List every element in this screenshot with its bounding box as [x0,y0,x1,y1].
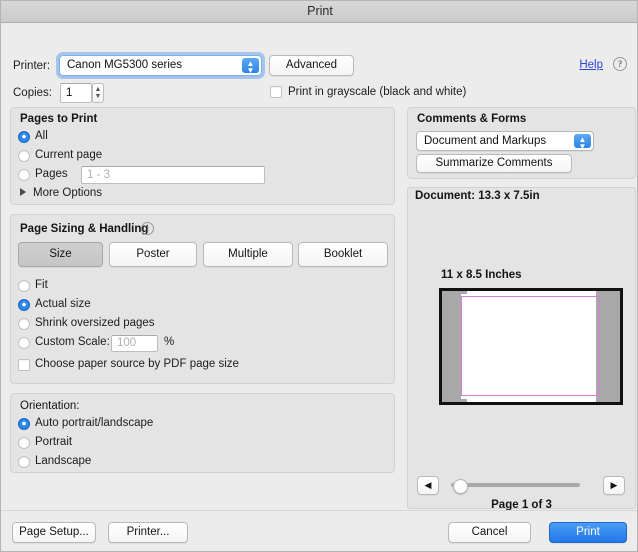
radio-orientation-auto[interactable] [18,418,30,430]
radio-orientation-portrait[interactable] [18,437,30,449]
copies-stepper[interactable]: ▲ ▼ [92,83,104,103]
cancel-button[interactable]: Cancel [448,522,531,543]
advanced-button[interactable]: Advanced [269,55,354,76]
page-thumbnail [439,288,623,405]
document-size-info: Document: 13.3 x 7.5in [415,190,540,202]
printer-select-value: Canon MG5300 series [67,59,183,71]
copies-label: Copies: [13,87,52,99]
thumbnail-margin-outline [461,296,600,396]
next-page-button[interactable]: ▶ [603,476,625,495]
page-slider-track[interactable] [451,483,580,487]
radio-orientation-landscape-label: Landscape [35,455,92,467]
previous-page-button[interactable]: ◀ [417,476,439,495]
info-circle-icon[interactable]: i [141,222,154,235]
printer-settings-row: Printer: Canon MG5300 series ▲ ▼ Advanced… [1,24,637,103]
radio-sizing-fit[interactable] [18,280,30,292]
sizing-mode-size[interactable]: Size [18,242,103,267]
page-slider-knob[interactable] [453,479,468,494]
radio-sizing-custom-label: Custom Scale: [35,336,110,348]
radio-orientation-auto-label: Auto portrait/landscape [35,417,154,429]
printer-button[interactable]: Printer... [108,522,188,543]
radio-pages-range-label: Pages [35,168,68,180]
radio-pages-all-label: All [35,130,48,142]
radio-sizing-fit-label: Fit [35,279,48,291]
window-title: Print [307,4,333,18]
page-sizing-title: Page Sizing & Handling [20,223,149,235]
grayscale-label: Print in grayscale (black and white) [288,86,467,98]
sizing-mode-multiple[interactable]: Multiple [203,242,293,267]
radio-sizing-actual-label: Actual size [35,298,91,310]
radio-pages-current[interactable] [18,150,30,162]
radio-sizing-shrink-label: Shrink oversized pages [35,317,155,329]
radio-orientation-landscape[interactable] [18,456,30,468]
summarize-comments-button[interactable]: Summarize Comments [416,154,572,173]
paper-source-label: Choose paper source by PDF page size [35,358,239,370]
more-options-label[interactable]: More Options [33,187,102,199]
chevron-updown-icon: ▲ ▼ [242,58,259,75]
chevron-updown-icon: ▲ ▼ [574,134,591,151]
comments-forms-select-value: Document and Markups [424,135,547,147]
sizing-mode-booklet[interactable]: Booklet [298,242,388,267]
title-bar: Print [1,1,637,23]
radio-sizing-custom[interactable] [18,337,30,349]
pages-to-print-title: Pages to Print [20,113,98,125]
help-link[interactable]: Help [579,59,603,71]
pages-range-input[interactable]: 1 - 3 [81,166,265,184]
page-setup-button[interactable]: Page Setup... [12,522,96,543]
sheet-size-label: 11 x 8.5 Inches [441,269,522,281]
chevron-right-icon[interactable] [20,188,26,196]
orientation-title: Orientation: [20,400,80,412]
radio-sizing-shrink[interactable] [18,318,30,330]
question-mark-circle-icon[interactable]: ? [613,57,627,71]
comments-forms-title: Comments & Forms [417,113,527,125]
radio-pages-current-label: Current page [35,149,103,161]
percent-label: % [164,336,175,348]
printer-select[interactable]: Canon MG5300 series ▲ ▼ [56,52,265,79]
print-button[interactable]: Print [549,522,627,543]
sizing-mode-poster[interactable]: Poster [109,242,197,267]
dialog-footer: Page Setup... Printer... Cancel Print [1,510,637,551]
custom-scale-input[interactable]: 100 [111,335,158,352]
grayscale-checkbox[interactable] [270,86,282,98]
radio-sizing-actual[interactable] [18,299,30,311]
radio-pages-all[interactable] [18,131,30,143]
print-dialog-window: Print Printer: Canon MG5300 series ▲ ▼ Ad… [0,0,638,552]
printer-label: Printer: [13,60,51,72]
copies-input[interactable]: 1 [60,83,92,103]
radio-pages-range[interactable] [18,169,30,181]
comments-forms-select[interactable]: Document and Markups ▲ ▼ [416,131,594,151]
radio-orientation-portrait-label: Portrait [35,436,73,448]
paper-source-checkbox[interactable] [18,359,30,371]
